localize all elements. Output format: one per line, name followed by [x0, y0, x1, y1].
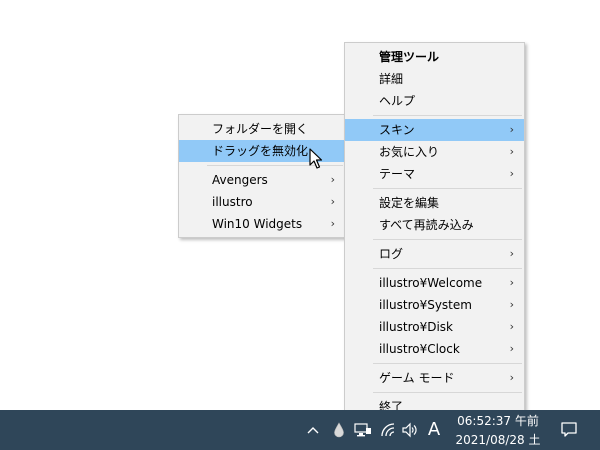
- taskbar-clock[interactable]: 06:52:37 午前 2021/08/28 土: [448, 410, 548, 450]
- chevron-right-icon: ›: [509, 298, 514, 311]
- taskbar: A 06:52:37 午前 2021/08/28 土: [0, 410, 600, 450]
- chevron-right-icon: ›: [509, 276, 514, 289]
- menu-item-avengers[interactable]: Avengers ›: [179, 169, 345, 191]
- ime-mode-indicator[interactable]: A: [424, 410, 444, 450]
- chevron-right-icon: ›: [330, 195, 335, 208]
- wifi-icon[interactable]: [378, 410, 400, 450]
- chevron-right-icon: ›: [330, 173, 335, 186]
- chevron-right-icon: ›: [509, 371, 514, 384]
- clock-date: 2021/08/28 土: [455, 433, 541, 447]
- chevron-right-icon: ›: [509, 320, 514, 333]
- menu-item-illustro-clock[interactable]: illustro¥Clock ›: [345, 338, 524, 360]
- skin-submenu: フォルダーを開く ドラッグを無効化 Avengers › illustro › Wi…: [178, 114, 346, 238]
- menu-item-help[interactable]: ヘルプ: [345, 90, 524, 112]
- show-hidden-icons-chevron-icon[interactable]: [304, 410, 322, 450]
- chevron-right-icon: ›: [509, 342, 514, 355]
- chevron-right-icon: ›: [509, 123, 514, 136]
- menu-item-skins[interactable]: スキン ›: [345, 119, 524, 141]
- chevron-right-icon: ›: [330, 217, 335, 230]
- action-center-icon[interactable]: [556, 410, 582, 450]
- chevron-right-icon: ›: [509, 247, 514, 260]
- clock-time: 06:52:37 午前: [457, 414, 539, 428]
- menu-separator: [373, 115, 522, 116]
- menu-item-illustro-system[interactable]: illustro¥System ›: [345, 294, 524, 316]
- menu-separator: [373, 268, 522, 269]
- menu-item-illustro-welcome[interactable]: illustro¥Welcome ›: [345, 272, 524, 294]
- menu-item-log[interactable]: ログ ›: [345, 243, 524, 265]
- menu-separator: [373, 392, 522, 393]
- chevron-right-icon: ›: [509, 167, 514, 180]
- menu-item-edit-settings[interactable]: 設定を編集: [345, 192, 524, 214]
- chevron-right-icon: ›: [509, 145, 514, 158]
- menu-separator: [373, 239, 522, 240]
- menu-separator: [373, 188, 522, 189]
- menu-item-open-folder[interactable]: フォルダーを開く: [179, 118, 345, 140]
- volume-icon[interactable]: [400, 410, 420, 450]
- menu-item-illustro[interactable]: illustro ›: [179, 191, 345, 213]
- rainmeter-drop-icon[interactable]: [330, 410, 348, 450]
- menu-item-illustro-disk[interactable]: illustro¥Disk ›: [345, 316, 524, 338]
- menu-item-refresh-all[interactable]: すべて再読み込み: [345, 214, 524, 236]
- menu-item-about[interactable]: 詳細: [345, 68, 524, 90]
- menu-separator: [373, 363, 522, 364]
- rainmeter-context-menu: 管理ツール 詳細 ヘルプ スキン › お気に入り › テーマ › 設定を編集 すべて再…: [344, 42, 525, 420]
- menu-item-win10-widgets[interactable]: Win10 Widgets ›: [179, 213, 345, 235]
- menu-item-themes[interactable]: テーマ ›: [345, 163, 524, 185]
- menu-item-favorites[interactable]: お気に入り ›: [345, 141, 524, 163]
- menu-item-game-mode[interactable]: ゲーム モード ›: [345, 367, 524, 389]
- menu-item-manage[interactable]: 管理ツール: [345, 46, 524, 68]
- network-icon[interactable]: [352, 410, 374, 450]
- mouse-cursor-icon: [309, 148, 323, 169]
